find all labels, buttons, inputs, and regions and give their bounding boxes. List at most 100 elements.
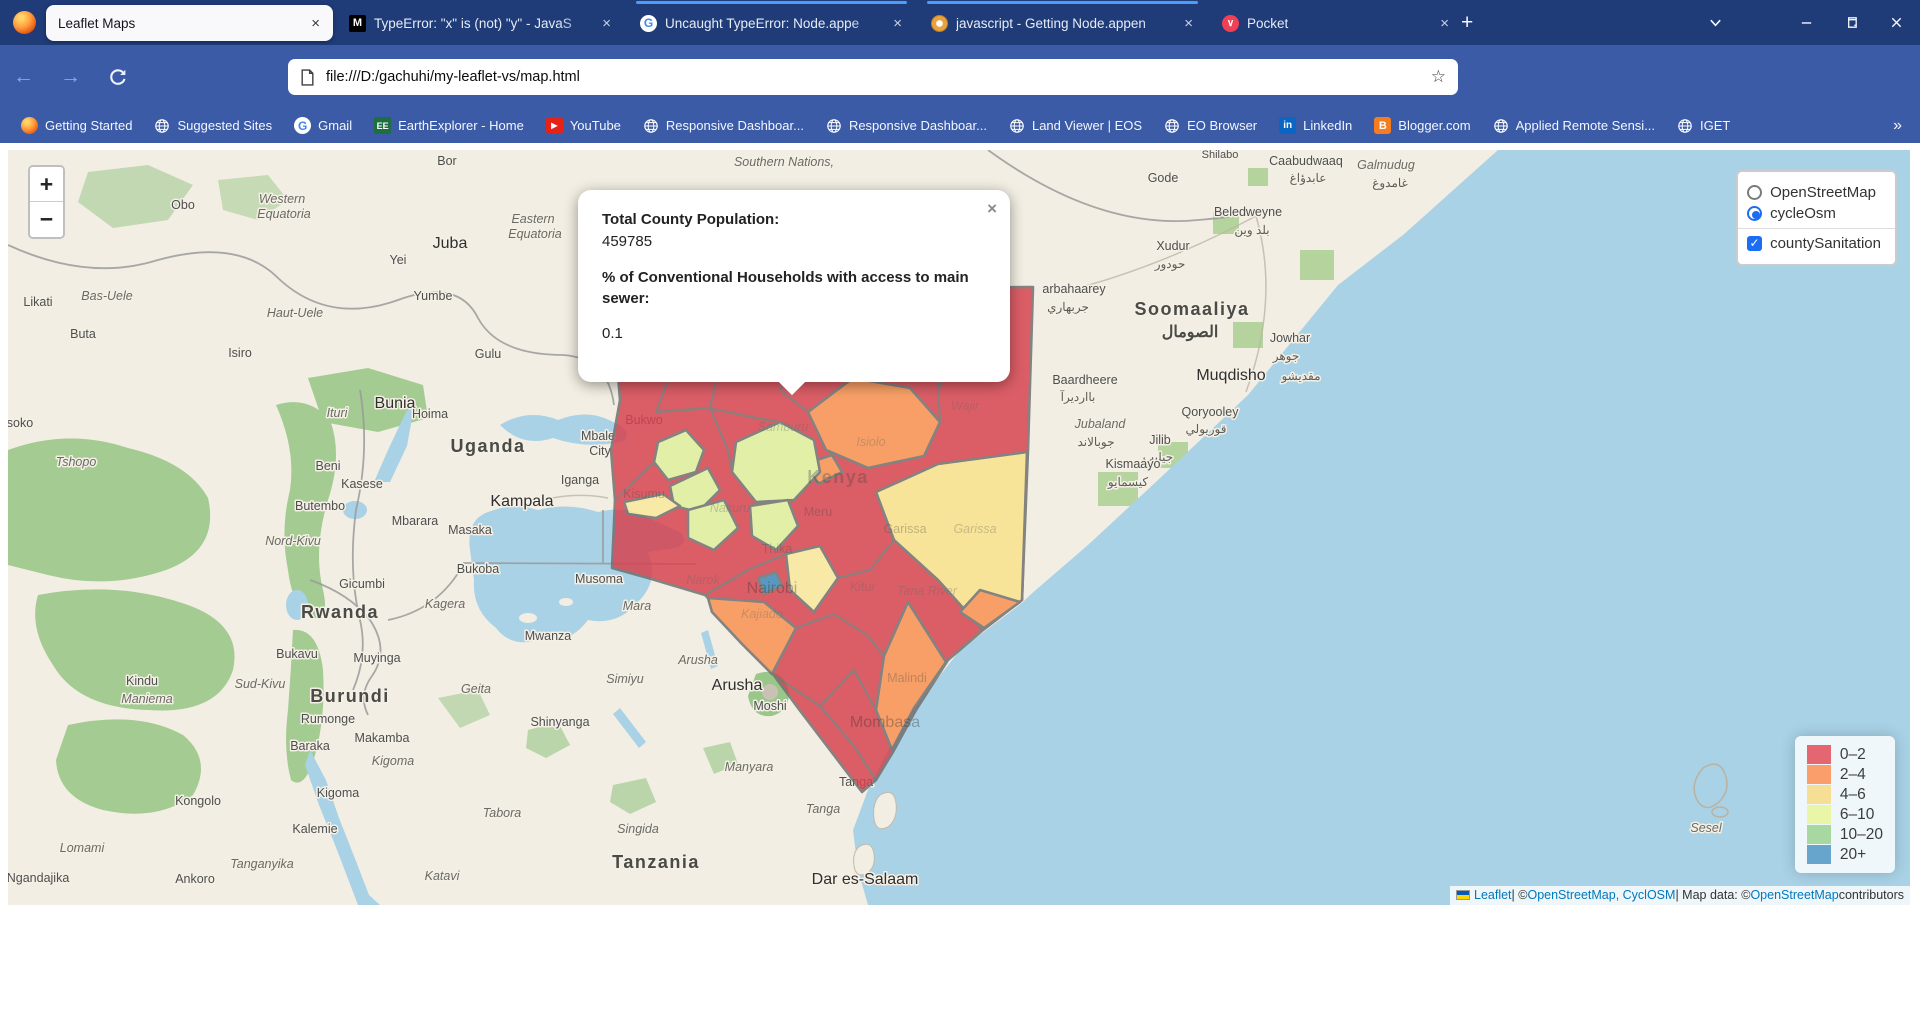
forward-button[interactable]: →: [47, 65, 94, 89]
bookmark-item[interactable]: IGET: [1670, 115, 1737, 137]
bookmark-label: YouTube: [570, 118, 621, 133]
bookmark-label: IGET: [1700, 118, 1730, 133]
map-label: Hoima: [412, 407, 448, 421]
map-label: Qoryooley: [1182, 405, 1240, 419]
legend-row: 6–10: [1807, 805, 1883, 824]
bookmark-item[interactable]: EEEarthExplorer - Home: [367, 114, 531, 137]
radio-icon[interactable]: [1747, 185, 1762, 200]
close-window-button[interactable]: [1889, 15, 1904, 30]
firefox-menu-icon[interactable]: [13, 11, 36, 34]
leaflet-link[interactable]: Leaflet: [1474, 888, 1512, 902]
zoom-out-button[interactable]: −: [30, 202, 63, 237]
url-bar[interactable]: file:///D:/gachuhi/my-leaflet-vs/map.htm…: [288, 59, 1458, 95]
osm-cyclosm-link[interactable]: OpenStreetMap, CyclOSM: [1527, 888, 1675, 902]
map-label: Ankoro: [175, 872, 215, 886]
reload-button[interactable]: [108, 67, 128, 87]
legend-swatch: [1807, 785, 1831, 804]
attribution-text: | ©: [1512, 888, 1528, 902]
map-label: Juba: [433, 235, 468, 252]
map-label: Geita: [461, 682, 491, 696]
tab-close-button[interactable]: ×: [1181, 15, 1196, 32]
map-label: باارديرآ: [1060, 389, 1096, 404]
bookmark-star-icon[interactable]: ☆: [1431, 67, 1446, 87]
back-button[interactable]: ←: [0, 65, 47, 89]
bookmarks-toolbar: Getting Started Suggested Sites GGmail EEEa…: [0, 108, 1920, 143]
map-label: Bunia: [375, 395, 416, 412]
legend-swatch: [1807, 805, 1831, 824]
tab-title: TypeError: "x" is (not) "y" - JavaS: [374, 16, 599, 31]
tab-close-button[interactable]: ×: [599, 15, 614, 32]
bookmark-label: Applied Remote Sensi...: [1516, 118, 1655, 133]
map-label: Rwanda: [301, 602, 379, 622]
map-label: Garissa: [953, 522, 996, 536]
list-all-tabs-chevron-icon[interactable]: [1708, 15, 1723, 30]
bookmark-item[interactable]: ▶YouTube: [539, 114, 628, 137]
mdn-icon: M: [349, 15, 366, 32]
leaflet-map[interactable]: Southern Nations,ShilaboBorCaabudwaaqعاب…: [8, 150, 1910, 905]
tab-pocket[interactable]: ∨Pocket×: [1210, 5, 1462, 41]
bookmark-item[interactable]: Responsive Dashboar...: [636, 115, 811, 137]
map-label: Beni: [315, 459, 340, 473]
globe-icon: [154, 118, 170, 134]
bookmark-item[interactable]: inLinkedIn: [1272, 114, 1359, 137]
base-layer-option[interactable]: OpenStreetMap: [1747, 184, 1881, 201]
legend-label: 4–6: [1840, 786, 1866, 804]
layer-label: cycleOsm: [1770, 205, 1836, 222]
navigation-toolbar: ← → file:///D:/gachuhi/my-leaflet-vs/map…: [0, 45, 1920, 108]
map-label: Ngandajika: [8, 871, 69, 885]
map-label: Western: [259, 192, 305, 206]
restore-button[interactable]: [1844, 15, 1859, 30]
bookmark-item[interactable]: EO Browser: [1157, 115, 1264, 137]
base-layer-option[interactable]: cycleOsm: [1747, 205, 1881, 222]
overlay-layer-option[interactable]: ✓ countySanitation: [1747, 235, 1881, 252]
map-label: غامدوغ: [1372, 176, 1408, 190]
osm-link[interactable]: OpenStreetMap: [1750, 888, 1838, 902]
globe-icon: [1009, 118, 1025, 134]
tab-uncaught-typeerror-nod[interactable]: GUncaught TypeError: Node.appe×: [628, 5, 915, 41]
map-label: Shinyanga: [530, 715, 589, 729]
legend-swatch: [1807, 745, 1831, 764]
minimize-button[interactable]: [1799, 15, 1814, 30]
map-label: Nord-Kivu: [265, 534, 321, 548]
bookmarks-overflow-chevron[interactable]: »: [1893, 117, 1902, 135]
base-layer-list: OpenStreetMap cycleOsm: [1747, 184, 1881, 222]
bookmark-item[interactable]: Land Viewer | EOS: [1002, 115, 1149, 137]
bookmark-item[interactable]: Getting Started: [14, 114, 139, 137]
map-label: Yei: [390, 253, 407, 267]
bookmark-item[interactable]: Applied Remote Sensi...: [1486, 115, 1662, 137]
tab-close-button[interactable]: ×: [890, 15, 905, 32]
map-label: City: [589, 444, 611, 458]
layer-label: countySanitation: [1770, 235, 1881, 252]
checkbox-icon[interactable]: ✓: [1747, 236, 1762, 251]
map-label: Kongolo: [175, 794, 221, 808]
tab-javascript-getting-nod[interactable]: javascript - Getting Node.appen×: [919, 5, 1206, 41]
new-tab-button[interactable]: +: [1451, 9, 1483, 37]
map-label: Nakuru: [710, 501, 750, 515]
map-label: Manyara: [725, 760, 774, 774]
tab-typeerror-x-is-not-y-j[interactable]: M TypeError: "x" is (not) "y" - JavaS×: [337, 5, 624, 41]
map-label: Lomami: [60, 841, 106, 855]
bookmark-label: Responsive Dashboar...: [849, 118, 987, 133]
legend-swatch: [1807, 825, 1831, 844]
map-label: بلد وين: [1234, 223, 1269, 237]
popup-close-button[interactable]: ×: [987, 199, 997, 219]
bookmark-item[interactable]: Suggested Sites: [147, 115, 279, 137]
tab-close-button[interactable]: ×: [308, 15, 323, 32]
bookmark-item[interactable]: Responsive Dashboar...: [819, 115, 994, 137]
map-label: Shilabo: [1202, 150, 1239, 161]
legend-row: 2–4: [1807, 765, 1883, 784]
url-text[interactable]: file:///D:/gachuhi/my-leaflet-vs/map.htm…: [326, 69, 1431, 85]
tab-title: Pocket: [1247, 16, 1437, 31]
bookmark-item[interactable]: BBlogger.com: [1367, 114, 1477, 137]
bookmark-item[interactable]: GGmail: [287, 114, 359, 137]
map-label: Eastern: [511, 212, 554, 226]
legend-label: 0–2: [1840, 746, 1866, 764]
map-label: Buta: [70, 327, 96, 341]
tab-leaflet-maps[interactable]: Leaflet Maps×: [46, 5, 333, 41]
radio-icon[interactable]: [1747, 206, 1762, 221]
zoom-in-button[interactable]: +: [30, 167, 63, 202]
map-label: Muqdisho: [1196, 367, 1265, 384]
map-label: Tshopo: [56, 455, 97, 469]
legend-swatch: [1807, 765, 1831, 784]
map-label: Caabudwaaq: [1269, 154, 1343, 168]
